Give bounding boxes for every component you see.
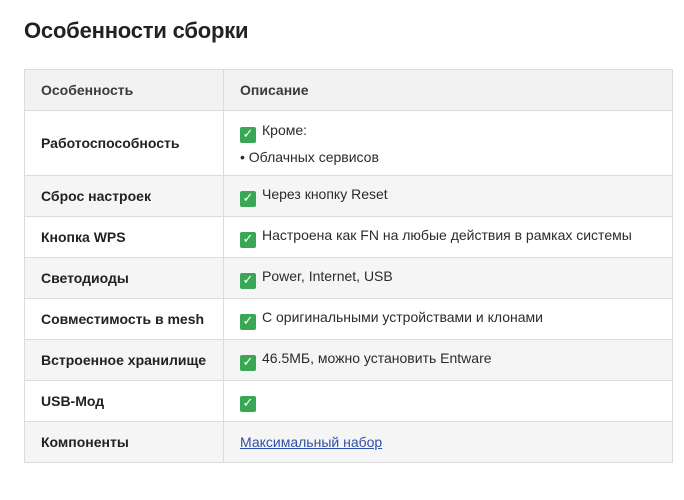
feature-description: ✓ [223,380,673,422]
table-row: Сброс настроек ✓ Через кнопку Reset [24,175,673,217]
description-text: Кроме: [262,121,308,138]
column-header-description: Описание [223,69,673,111]
feature-name: Светодиоды [24,257,224,299]
feature-description: ✓ С оригинальными устройствами и клонами [223,298,673,340]
check-mark-icon: ✓ [240,272,256,289]
description-text: Через кнопку Reset [262,185,388,202]
feature-name: Сброс настроек [24,175,224,217]
feature-name: USB-Мод [24,380,224,422]
feature-name: Работоспособность [24,110,224,176]
check-mark-icon: ✓ [240,313,256,330]
table-row: Кнопка WPS ✓ Настроена как FN на любые де… [24,216,673,258]
description-text: Настроена как FN на любые действия в рам… [262,226,632,243]
feature-description: ✓ Настроена как FN на любые действия в ра… [223,216,673,258]
table-row: Светодиоды ✓ Power, Internet, USB [24,257,673,299]
page-title: Особенности сборки [24,18,249,43]
feature-description: Максимальный набор [223,421,673,463]
feature-name: Встроенное хранилище [24,339,224,381]
table-header-row: Особенность Описание [24,69,673,111]
components-link[interactable]: Максимальный набор [240,434,382,450]
check-mark-icon: ✓ [240,231,256,248]
table-row: Работоспособность ✓ Кроме: • Облачных сер… [24,110,673,176]
feature-description: ✓ Power, Internet, USB [223,257,673,299]
description-bullet: • Облачных сервисов [240,148,379,165]
check-mark-icon: ✓ [240,190,256,207]
check-mark-icon: ✓ [240,126,256,143]
table-row: Совместимость в mesh ✓ С оригинальными ус… [24,298,673,340]
feature-name: Совместимость в mesh [24,298,224,340]
description-text: Power, Internet, USB [262,267,393,284]
table-row: Встроенное хранилище ✓ 46.5МБ, можно уста… [24,339,673,381]
column-header-feature: Особенность [24,69,224,111]
feature-name: Компоненты [24,421,224,463]
table-row: Компоненты Максимальный набор [24,421,673,463]
description-text: 46.5МБ, можно установить Entware [262,349,492,366]
feature-name: Кнопка WPS [24,216,224,258]
description-text: С оригинальными устройствами и клонами [262,308,543,325]
features-table: Особенность Описание Работоспособность ✓… [24,69,673,463]
table-row: USB-Мод ✓ [24,380,673,422]
check-mark-icon: ✓ [240,395,256,412]
feature-description: ✓ Через кнопку Reset [223,175,673,217]
feature-description: ✓ 46.5МБ, можно установить Entware [223,339,673,381]
feature-description: ✓ Кроме: • Облачных сервисов [223,110,673,176]
check-mark-icon: ✓ [240,354,256,371]
